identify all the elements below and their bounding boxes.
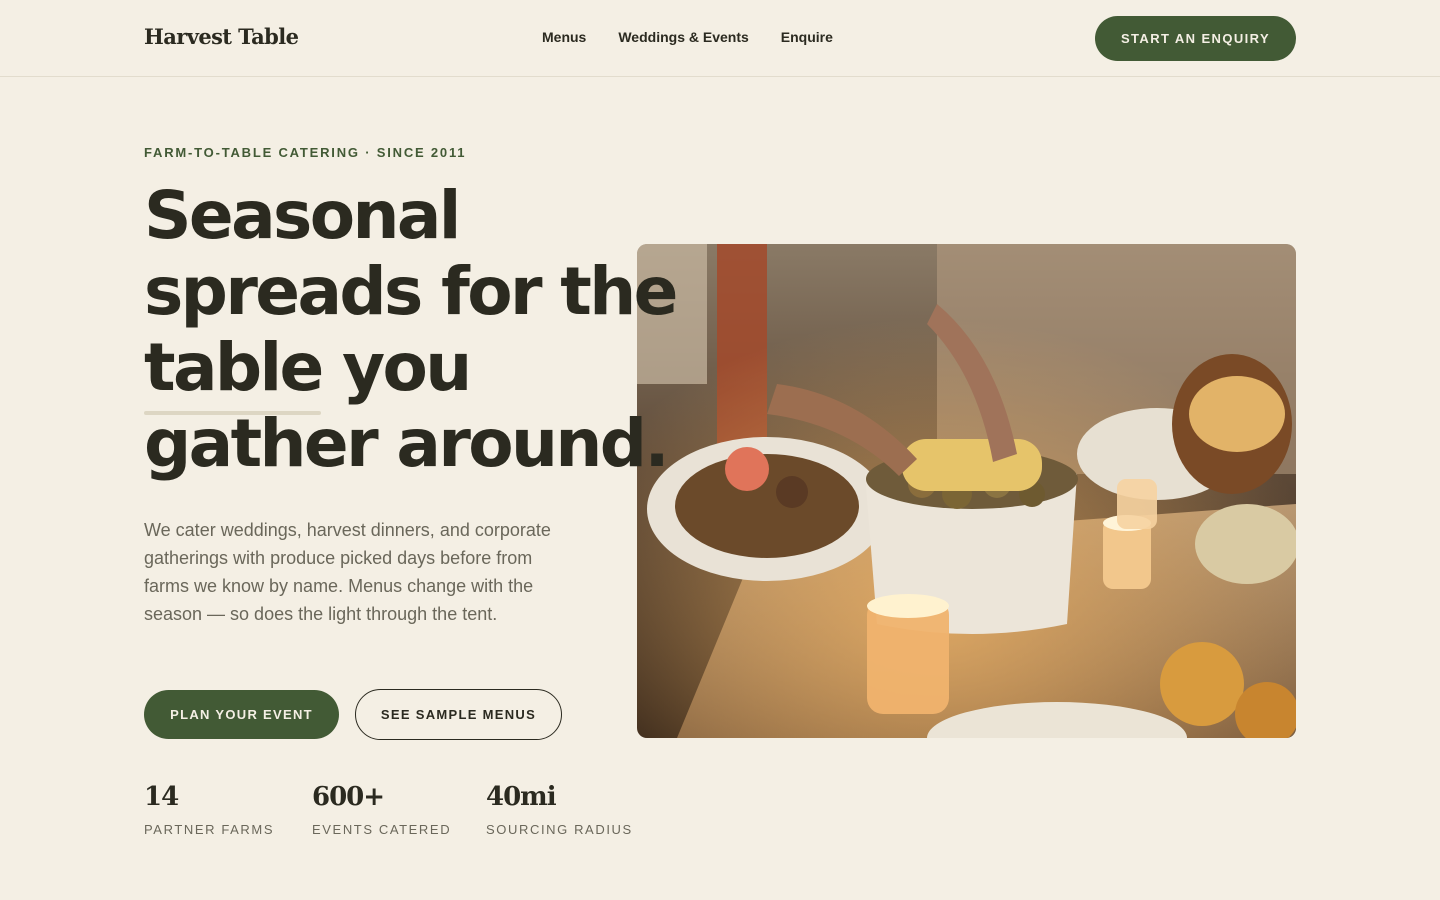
stat-label: PARTNER FARMS xyxy=(144,822,275,837)
stat-sourcing-radius: 40mi SOURCING RADIUS xyxy=(486,782,633,837)
headline-line: spreads for the xyxy=(144,253,678,330)
nav-link-weddings-events[interactable]: Weddings & Events xyxy=(618,29,748,45)
brand-logo[interactable]: Harvest Table xyxy=(144,24,299,49)
hero-headline: Seasonal spreads for the table you gathe… xyxy=(144,178,684,482)
stat-label: EVENTS CATERED xyxy=(312,822,452,837)
see-sample-menus-button[interactable]: SEE SAMPLE MENUS xyxy=(355,689,562,740)
candlelit-harvest-table-photo xyxy=(637,244,1296,738)
headline-line: Seasonal xyxy=(144,177,461,254)
main-nav: Menus Weddings & Events Enquire xyxy=(542,29,833,45)
site-header: Harvest Table Menus Weddings & Events En… xyxy=(0,0,1440,77)
stat-value: 600+ xyxy=(312,782,385,812)
start-enquiry-button[interactable]: START AN ENQUIRY xyxy=(1095,16,1296,61)
nav-link-enquire[interactable]: Enquire xyxy=(781,29,833,45)
stat-value: 40mi xyxy=(486,782,557,812)
hero-description: We cater weddings, harvest dinners, and … xyxy=(144,520,551,624)
stat-events-catered: 600+ EVENTS CATERED xyxy=(312,782,451,837)
headline-line: gather around. xyxy=(144,405,670,482)
stat-value: 14 xyxy=(144,782,179,812)
plan-your-event-button[interactable]: PLAN YOUR EVENT xyxy=(144,690,339,739)
hero-eyebrow: FARM-TO-TABLE CATERING · SINCE 2011 xyxy=(144,145,467,160)
headline-underline-accent xyxy=(144,411,321,415)
stat-label: SOURCING RADIUS xyxy=(486,822,633,837)
nav-link-menus[interactable]: Menus xyxy=(542,29,586,45)
stat-partner-farms: 14 PARTNER FARMS xyxy=(144,782,274,837)
headline-line: table you xyxy=(144,329,472,406)
hero-photo xyxy=(637,244,1296,738)
